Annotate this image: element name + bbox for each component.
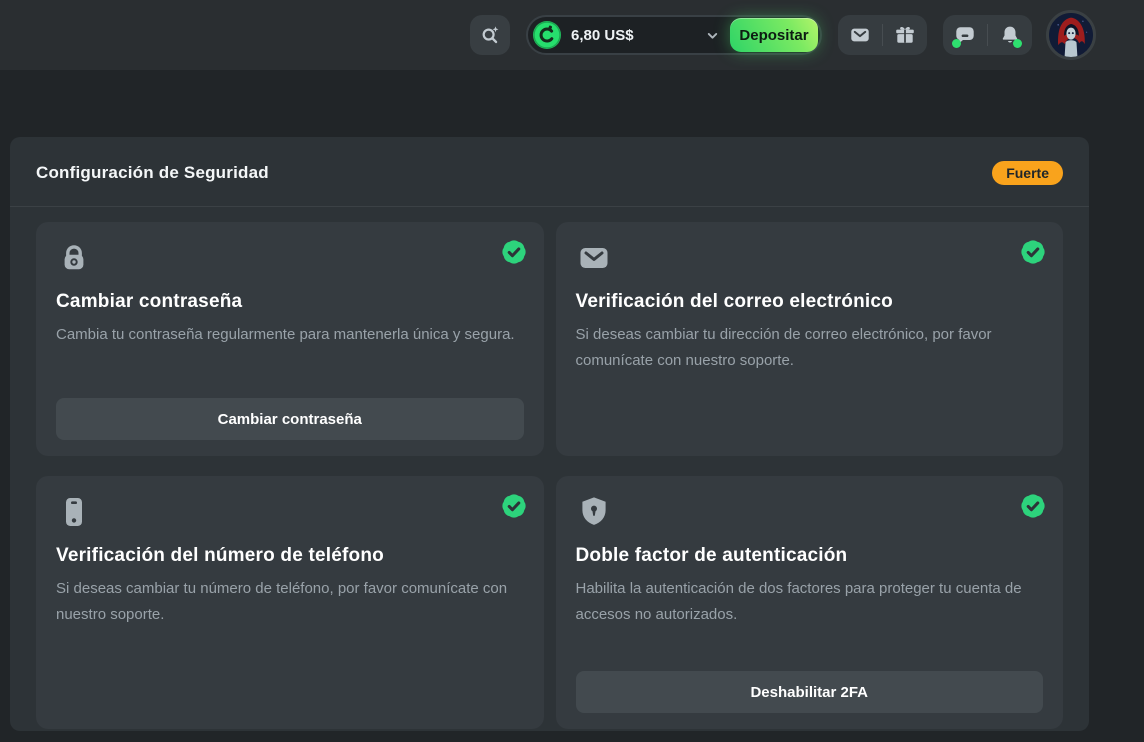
card-email-verification: Verificación del correo electrónico Si d… (556, 222, 1064, 456)
mail-button[interactable] (838, 15, 882, 55)
gift-icon (894, 24, 916, 46)
wallet-balance-selector[interactable]: 6,80 US$ Depositar (526, 15, 822, 55)
change-password-button[interactable]: Cambiar contraseña (56, 398, 524, 440)
page-title: Configuración de Seguridad (36, 163, 269, 183)
card-two-factor-auth: Doble factor de autenticación Habilita l… (556, 476, 1064, 729)
phone-icon (56, 494, 92, 530)
search-sparkle-icon (479, 24, 501, 46)
bell-notification-dot (1013, 39, 1022, 48)
chat-online-dot (952, 39, 961, 48)
envelope-icon (576, 240, 612, 276)
card-phone-verification: Verificación del número de teléfono Si d… (36, 476, 544, 729)
wallet-balance: 6,80 US$ (571, 27, 634, 44)
verified-check-badge (500, 238, 528, 266)
password-strength-badge: Fuerte (992, 161, 1063, 185)
chat-button[interactable] (943, 15, 987, 55)
search-button[interactable] (470, 15, 510, 55)
top-bar: 6,80 US$ Depositar (0, 0, 1144, 70)
mail-icon (849, 24, 871, 46)
card-description: Cambia tu contraseña regularmente para m… (56, 322, 524, 348)
card-title: Verificación del número de teléfono (56, 545, 524, 567)
card-title: Cambiar contraseña (56, 291, 524, 313)
card-title: Doble factor de autenticación (576, 545, 1044, 567)
coin-icon (532, 20, 562, 50)
shield-icon (576, 494, 612, 530)
deposit-button[interactable]: Depositar (730, 18, 818, 52)
card-description: Si deseas cambiar tu número de teléfono,… (56, 576, 524, 628)
card-description: Habilita la autenticación de dos factore… (576, 576, 1044, 628)
mail-gift-group (838, 15, 927, 55)
gift-button[interactable] (883, 15, 927, 55)
verified-check-badge (500, 492, 528, 520)
card-change-password: Cambiar contraseña Cambia tu contraseña … (36, 222, 544, 456)
chat-bell-group (943, 15, 1032, 55)
verified-check-badge (1019, 492, 1047, 520)
chevron-down-icon (705, 28, 720, 43)
security-settings-panel: Configuración de Seguridad Fuerte (10, 137, 1089, 731)
screen: 6,80 US$ Depositar (0, 0, 1144, 742)
notifications-button[interactable] (988, 15, 1032, 55)
security-cards-grid: Cambiar contraseña Cambia tu contraseña … (10, 207, 1089, 729)
user-avatar[interactable] (1046, 10, 1096, 60)
panel-header: Configuración de Seguridad Fuerte (10, 137, 1089, 207)
lock-icon (56, 240, 92, 276)
card-title: Verificación del correo electrónico (576, 291, 1044, 313)
verified-check-badge (1019, 238, 1047, 266)
card-description: Si deseas cambiar tu dirección de correo… (576, 322, 1044, 374)
disable-2fa-button[interactable]: Deshabilitar 2FA (576, 671, 1044, 713)
